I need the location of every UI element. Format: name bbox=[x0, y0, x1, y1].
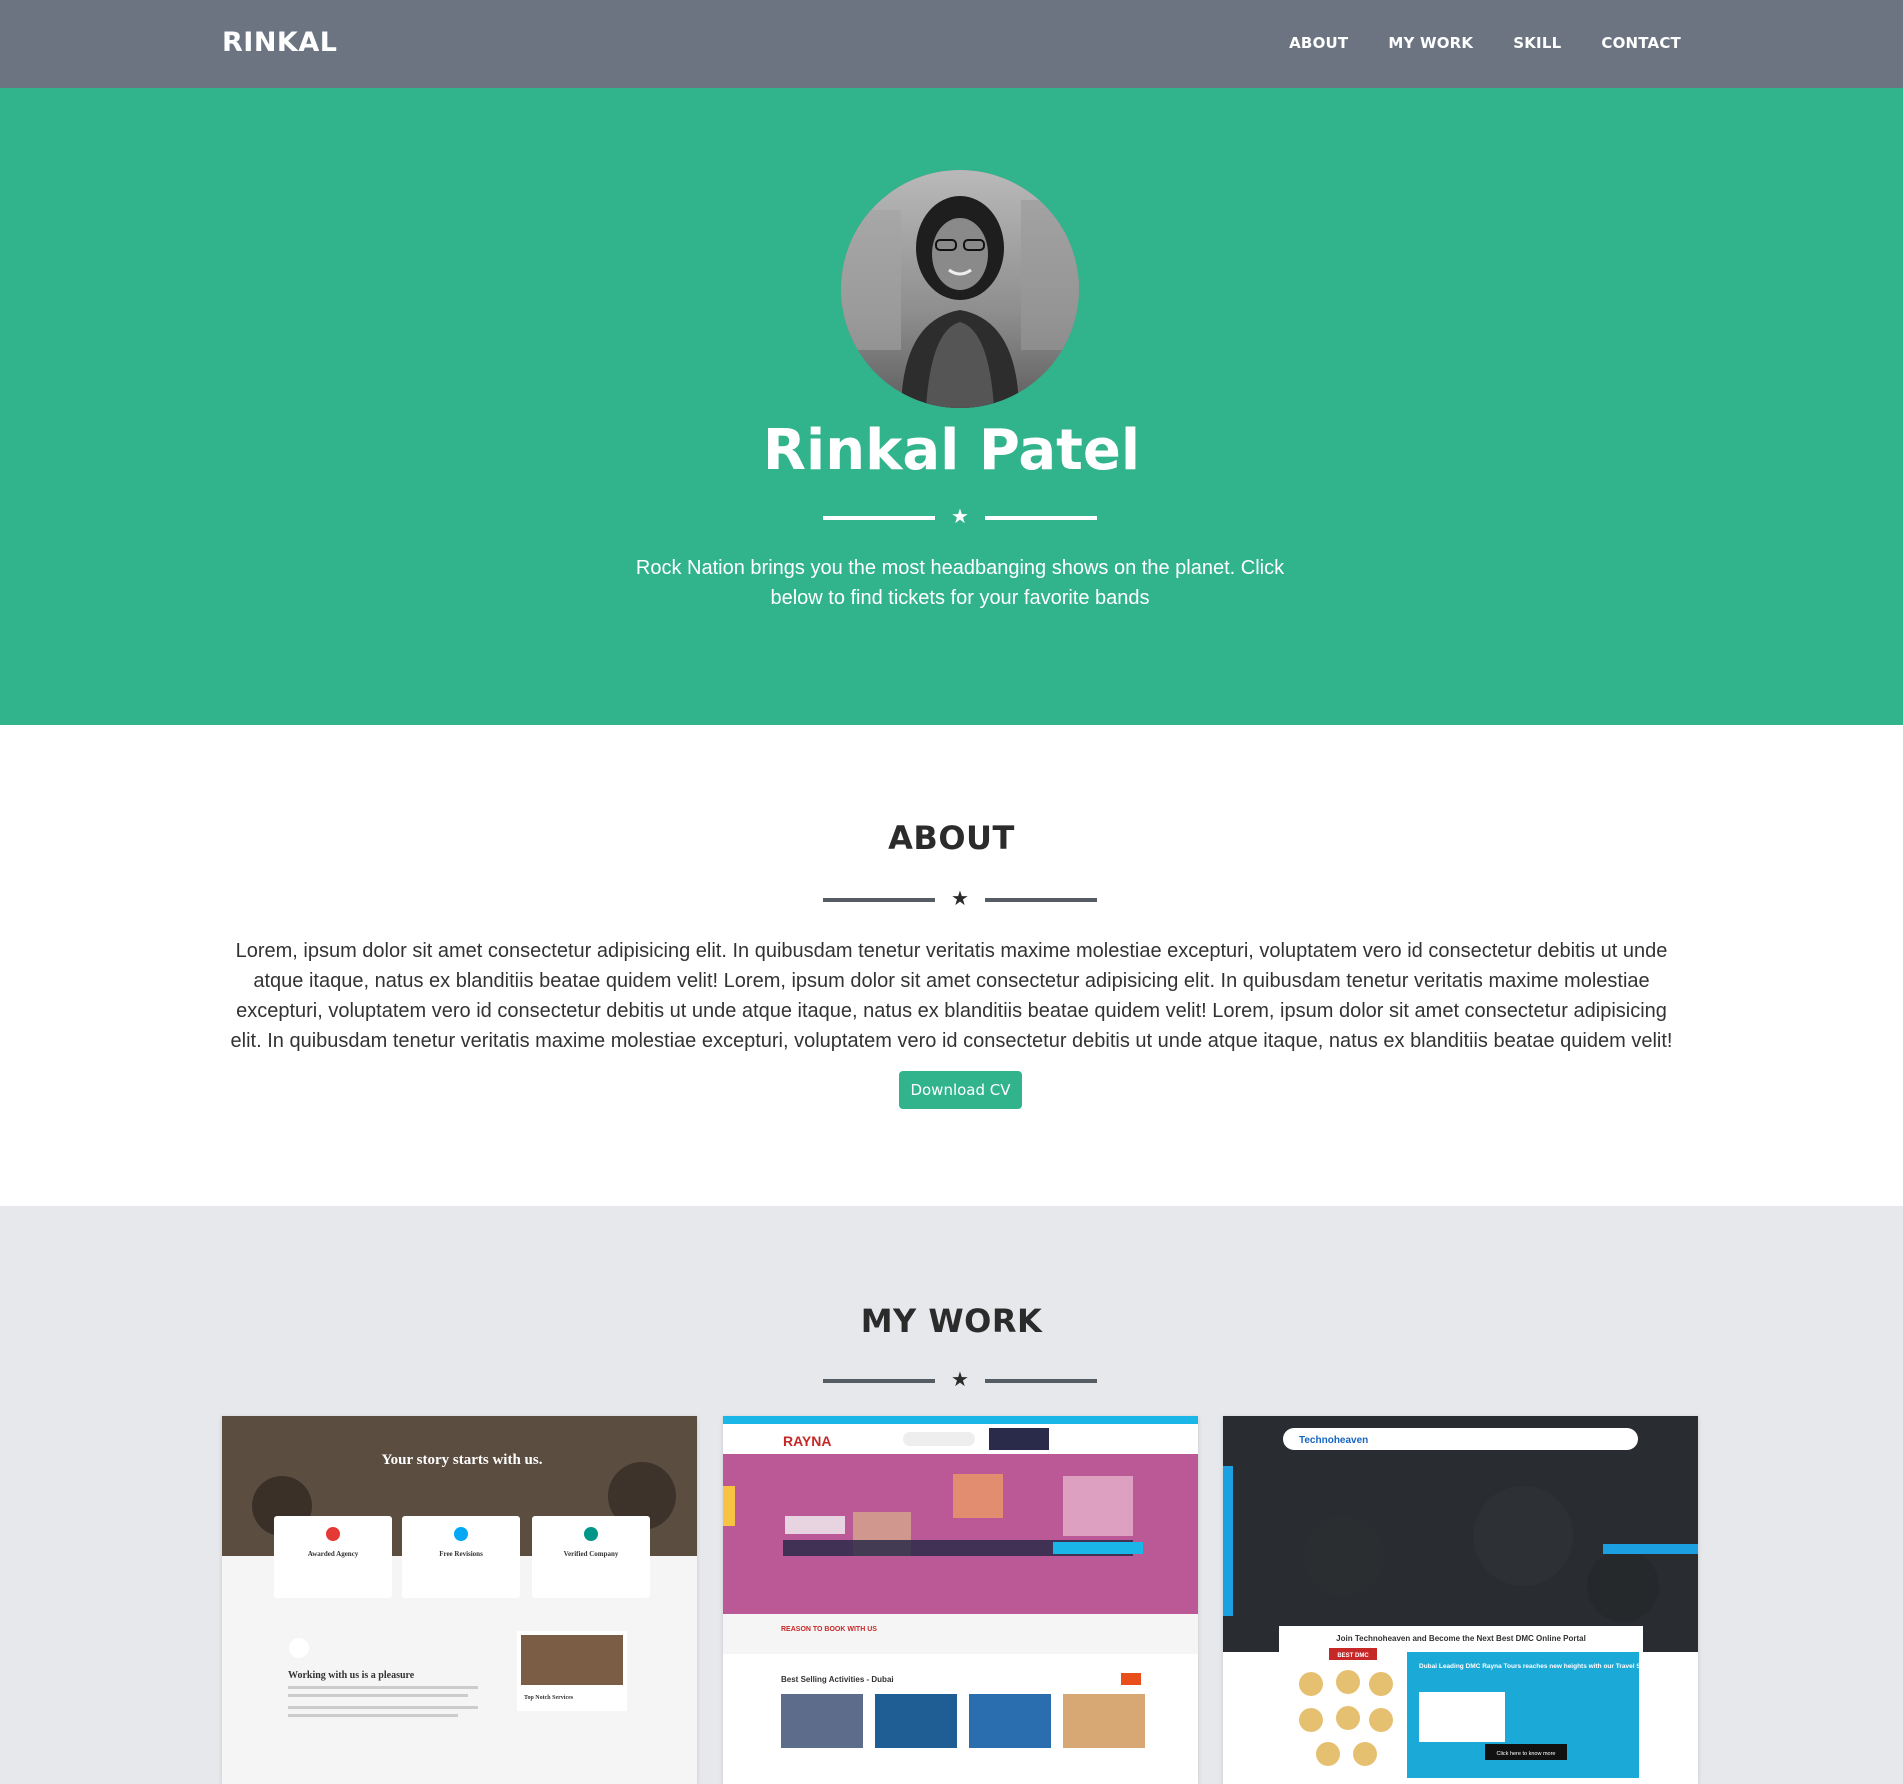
my-work-divider: ★ bbox=[823, 1368, 1097, 1392]
divider-line-left bbox=[823, 1379, 935, 1383]
about-title: ABOUT bbox=[888, 819, 1015, 857]
star-icon: ★ bbox=[951, 506, 969, 528]
project-2-reason: REASON TO BOOK WITH US bbox=[781, 1626, 877, 1633]
star-icon: ★ bbox=[951, 888, 969, 910]
about-text: Lorem, ipsum dolor sit amet consectetur … bbox=[230, 940, 1673, 1052]
nav-link-contact[interactable]: CONTACT bbox=[1601, 34, 1681, 52]
project-1-feature-1: Awarded Agency bbox=[308, 1550, 359, 1558]
divider-line-right bbox=[985, 516, 1097, 520]
divider-line-left bbox=[823, 898, 935, 902]
profile-avatar bbox=[841, 170, 1079, 408]
project-1-feature-3: Verified Company bbox=[564, 1550, 619, 1558]
nav-link-skill[interactable]: SKILL bbox=[1513, 34, 1561, 52]
project-2-logo: RAYNA bbox=[783, 1433, 832, 1449]
project-1-section: Working with us is a pleasure bbox=[288, 1670, 415, 1681]
hero-section: Rinkal Patel ★ Rock Nation brings you th… bbox=[0, 88, 1903, 725]
project-3-logo: Technoheaven bbox=[1299, 1435, 1368, 1446]
project-1-feature-2: Free Revisions bbox=[439, 1550, 483, 1558]
nav-link-my-work[interactable]: MY WORK bbox=[1388, 34, 1473, 52]
my-work-title: MY WORK bbox=[860, 1302, 1043, 1340]
project-card-3[interactable]: Technoheaven Join Technoheaven and Becom… bbox=[1223, 1416, 1698, 1784]
my-work-section: MY WORK ★ Your story starts with us. Awa… bbox=[0, 1206, 1903, 1784]
project-3-promo: Dubai Leading DMC Rayna Tours reaches ne… bbox=[1419, 1663, 1662, 1670]
project-card-2[interactable]: RAYNA REASON TO BOOK WITH US Best Sellin… bbox=[723, 1416, 1198, 1784]
about-divider: ★ bbox=[823, 887, 1097, 911]
about-section: ABOUT ★ Lorem, ipsum dolor sit amet cons… bbox=[0, 725, 1903, 1206]
project-3-badge: BEST DMC bbox=[1337, 1653, 1369, 1659]
download-cv-button[interactable]: Download CV bbox=[899, 1071, 1022, 1109]
divider-line-right bbox=[985, 898, 1097, 902]
hero-divider: ★ bbox=[823, 505, 1097, 529]
project-3-cta[interactable]: Click here to know more bbox=[1497, 1751, 1556, 1757]
nav-link-about[interactable]: ABOUT bbox=[1289, 34, 1348, 52]
brand-logo[interactable]: RINKAL bbox=[222, 27, 337, 58]
project-3-banner: Join Technoheaven and Become the Next Be… bbox=[1336, 1634, 1586, 1643]
nav-links: ABOUT MY WORK SKILL CONTACT bbox=[1289, 34, 1681, 52]
hero-name: Rinkal Patel bbox=[762, 418, 1141, 483]
star-icon: ★ bbox=[951, 1369, 969, 1391]
navbar: RINKAL ABOUT MY WORK SKILL CONTACT bbox=[0, 0, 1903, 88]
divider-line-right bbox=[985, 1379, 1097, 1383]
divider-line-left bbox=[823, 516, 935, 520]
project-2-best-selling: Best Selling Activities - Dubai bbox=[781, 1675, 894, 1684]
project-1-side: Top Notch Services bbox=[524, 1695, 574, 1701]
hero-tagline: Rock Nation brings you the most headbang… bbox=[635, 557, 1285, 609]
project-1-headline: Your story starts with us. bbox=[382, 1452, 543, 1468]
project-card-1[interactable]: Your story starts with us. Awarded Agenc… bbox=[222, 1416, 697, 1784]
